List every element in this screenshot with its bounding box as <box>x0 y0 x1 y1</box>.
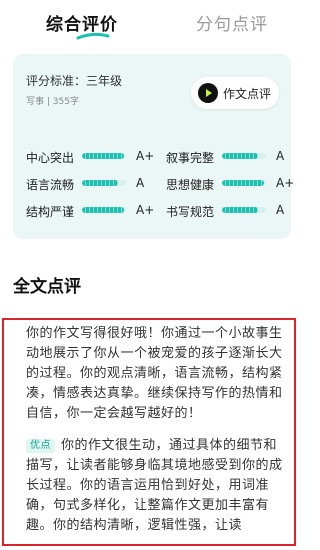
play-icon <box>198 83 218 103</box>
metric-bar <box>82 180 126 186</box>
metric-name: 结构严谨 <box>26 205 75 219</box>
metric-grade: A+ <box>276 176 295 190</box>
metric-grade: A <box>276 149 285 163</box>
metric-bar-fill <box>222 180 264 186</box>
active-tab-indicator <box>76 32 110 40</box>
metric-grade: A <box>276 203 285 217</box>
metric-bar <box>222 207 266 213</box>
metric-name: 语言流畅 <box>26 178 75 192</box>
metric-healthy-thought: 思想健康 A+ <box>166 174 295 194</box>
strengths-badge: 优点 <box>26 439 55 453</box>
strengths-text: 你的作文很生动，通过具体的细节和描写，让读者能够身临其境地感受到你的成长过程。你… <box>26 438 283 533</box>
metric-bar-fill <box>82 153 124 159</box>
tab-sentence-review[interactable]: 分句点评 <box>196 10 268 35</box>
grading-standard: 评分标准：三年级 <box>26 74 123 88</box>
essay-review-button[interactable]: 作文点评 <box>191 77 279 109</box>
metric-name: 叙事完整 <box>166 151 215 165</box>
strengths-paragraph: 优点 你的作文很生动，通过具体的细节和描写，让读者能够身临其境地感受到你的成长过程… <box>26 436 284 536</box>
essay-review-label: 作文点评 <box>223 87 272 101</box>
metric-grade: A+ <box>136 203 155 217</box>
summary-card: 评分标准：三年级 写事 | 355字 作文点评 中心突出 A+ 叙事完整 A 语… <box>13 54 295 239</box>
metric-writing-standard: 书写规范 A <box>166 201 291 221</box>
metric-bar-fill <box>82 180 119 186</box>
metric-name: 思想健康 <box>166 178 215 192</box>
metric-bar-fill <box>82 207 124 213</box>
metric-grade: A+ <box>136 149 155 163</box>
metric-bar <box>222 180 266 186</box>
metric-bar <box>222 153 266 159</box>
metric-bar <box>82 153 126 159</box>
metric-grade: A <box>136 176 145 190</box>
metric-central-theme: 中心突出 A+ <box>26 147 155 167</box>
metric-bar <box>82 207 126 213</box>
metric-name: 书写规范 <box>166 205 215 219</box>
metric-language-fluency: 语言流畅 A <box>26 174 151 194</box>
metric-narrative-completeness: 叙事完整 A <box>166 147 291 167</box>
metric-bar-fill <box>222 207 259 213</box>
full-review-title: 全文点评 <box>13 277 81 297</box>
metric-name: 中心突出 <box>26 151 75 165</box>
metric-rigorous-structure: 结构严谨 A+ <box>26 201 155 221</box>
metric-bar-fill <box>222 153 259 159</box>
review-paragraph: 你的作文写得很好哦！你通过一个小故事生动地展示了你从一个被宠爱的孩子逐渐长大的过… <box>26 326 283 421</box>
tab-bar: 综合评价 分句点评 <box>0 0 300 46</box>
essay-meta: 写事 | 355字 <box>26 97 79 107</box>
